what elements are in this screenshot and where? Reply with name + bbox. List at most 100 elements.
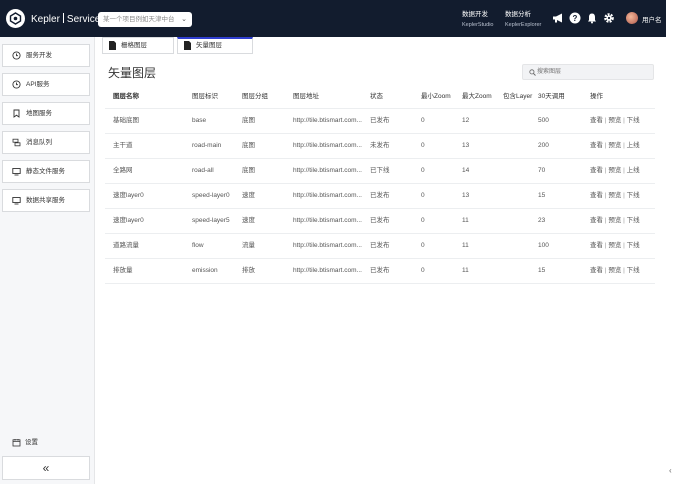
preview-link[interactable]: 预览 — [608, 242, 621, 249]
toggle-online-link[interactable]: 下线 — [627, 242, 640, 249]
action-separator: | — [604, 242, 607, 249]
preview-link[interactable]: 预览 — [608, 142, 621, 149]
column-header-name[interactable]: 图层名称 — [113, 85, 139, 109]
document-icon — [109, 41, 116, 50]
cell-id: emission — [192, 267, 218, 274]
toggle-online-link[interactable]: 上线 — [627, 142, 640, 149]
cell-group: 速度 — [242, 217, 255, 224]
cell-url: http://tile.btismart.com... — [293, 167, 362, 174]
toggle-online-link[interactable]: 下线 — [627, 267, 640, 274]
cell-actions: 查看 | 预览 | 下线 — [590, 109, 640, 133]
column-header-actions: 操作 — [590, 93, 603, 100]
view-link[interactable]: 查看 — [590, 242, 603, 249]
view-link[interactable]: 查看 — [590, 217, 603, 224]
table-row: 全路网 road-all 底图 http://tile.btismart.com… — [105, 159, 655, 184]
cell-actions: 查看 | 预览 | 下线 — [590, 209, 640, 233]
column-header-layer[interactable]: 包含Layer — [503, 85, 532, 109]
nav-data-dev-sub: KeplerStudio — [462, 22, 494, 28]
chevron-left-icon[interactable]: ‹ — [669, 466, 672, 475]
gear-icon[interactable] — [603, 12, 615, 24]
column-header-max-zoom[interactable]: 最大Zoom — [462, 85, 492, 109]
view-link[interactable]: 查看 — [590, 117, 603, 124]
cell-name: 基础底图 — [113, 117, 139, 124]
sidebar-settings[interactable]: 设置 — [12, 438, 38, 447]
action-separator: | — [623, 192, 625, 199]
sidebar-item-message-queue[interactable]: 消息队列 — [2, 131, 90, 154]
action-separator: | — [623, 217, 625, 224]
column-header-calls[interactable]: 30天调用 — [538, 85, 565, 109]
view-link[interactable]: 查看 — [590, 142, 603, 149]
sidebar-item-label: 静态文件服务 — [26, 168, 65, 175]
help-icon[interactable]: ? — [569, 12, 581, 24]
kepler-logo-icon[interactable] — [6, 9, 25, 28]
username[interactable]: 用户名 — [642, 14, 662, 24]
notification-bell-icon[interactable] — [586, 12, 598, 24]
column-header-min-zoom[interactable]: 最小Zoom — [421, 85, 451, 109]
action-separator: | — [623, 142, 625, 149]
cell-name: 道路流量 — [113, 242, 139, 249]
toggle-online-link[interactable]: 下线 — [627, 117, 640, 124]
search-box[interactable] — [522, 64, 654, 80]
sidebar-item-map-service[interactable]: 地图服务 — [2, 102, 90, 125]
view-link[interactable]: 查看 — [590, 167, 603, 174]
sidebar-collapse-button[interactable]: « — [2, 456, 90, 480]
sidebar-item-label: 消息队列 — [26, 139, 52, 146]
cell-calls: 23 — [538, 217, 546, 224]
table-row: 基础底图 base 底图 http://tile.btismart.com...… — [105, 109, 655, 134]
cell-calls: 15 — [538, 267, 546, 274]
megaphone-icon[interactable] — [552, 12, 564, 24]
cell-min-zoom: 0 — [421, 192, 425, 199]
preview-link[interactable]: 预览 — [608, 167, 621, 174]
cell-id: speed-layer0 — [192, 192, 230, 199]
sidebar-item-data-sharing-service[interactable]: 数据共享服务 — [2, 189, 90, 212]
toggle-online-link[interactable]: 上线 — [627, 167, 640, 174]
column-header-id[interactable]: 图层标识 — [192, 85, 218, 109]
bookmark-icon — [13, 109, 20, 118]
cell-name: 排放量 — [113, 267, 133, 274]
action-separator: | — [623, 167, 625, 174]
cell-id: flow — [192, 242, 204, 249]
toggle-online-link[interactable]: 下线 — [627, 192, 640, 199]
column-header-url[interactable]: 图层地址 — [293, 85, 369, 109]
action-separator: | — [604, 267, 607, 274]
cell-name: 速度layer0 — [113, 217, 144, 224]
settings-label: 设置 — [25, 439, 38, 446]
search-input[interactable] — [537, 66, 647, 78]
nav-data-analysis-sub: KeplerExplorer — [505, 22, 542, 28]
cell-url: http://tile.btismart.com... — [293, 117, 362, 124]
column-header-status[interactable]: 状态 — [370, 85, 383, 109]
cell-status: 已下线 — [370, 167, 390, 174]
cell-max-zoom: 11 — [462, 267, 469, 274]
cell-group: 底图 — [242, 142, 255, 149]
layer-table: 图层名称 图层标识 图层分组 图层地址 状态 最小Zoom 最大Zoom 包含L… — [105, 85, 655, 284]
preview-link[interactable]: 预览 — [608, 267, 621, 274]
tab-raster-layer[interactable]: 栅格图层 — [102, 37, 174, 54]
nav-data-dev[interactable]: 数据开发 KeplerStudio — [462, 10, 494, 30]
view-link[interactable]: 查看 — [590, 192, 603, 199]
nav-data-analysis[interactable]: 数据分析 KeplerExplorer — [505, 10, 541, 30]
cell-min-zoom: 0 — [421, 217, 425, 224]
cell-min-zoom: 0 — [421, 167, 425, 174]
action-separator: | — [623, 242, 625, 249]
preview-link[interactable]: 预览 — [608, 117, 621, 124]
search-icon — [529, 69, 536, 76]
brand-title: Kepler Service — [31, 13, 100, 25]
preview-link[interactable]: 预览 — [608, 192, 621, 199]
action-separator: | — [604, 117, 607, 124]
column-header-group[interactable]: 图层分组 — [242, 85, 268, 109]
toggle-online-link[interactable]: 下线 — [627, 217, 640, 224]
project-select[interactable]: 某一个项目例如天津中台 ⌄ — [98, 12, 192, 27]
table-row: 速度layer0 speed-layer0 速度 http://tile.bti… — [105, 184, 655, 209]
view-link[interactable]: 查看 — [590, 267, 603, 274]
sidebar-item-service-dev[interactable]: 服务开发 — [2, 44, 90, 67]
cell-status: 未发布 — [370, 142, 390, 149]
preview-link[interactable]: 预览 — [608, 217, 621, 224]
document-icon — [184, 41, 191, 50]
tab-vector-layer[interactable]: 矢量图层 — [177, 37, 253, 54]
cell-status: 已发布 — [370, 192, 390, 199]
cell-url: http://tile.btismart.com... — [293, 217, 362, 224]
sidebar-item-static-file-service[interactable]: 静态文件服务 — [2, 160, 90, 183]
avatar[interactable] — [626, 12, 638, 24]
cell-id: road-all — [192, 167, 214, 174]
sidebar-item-api-service[interactable]: API服务 — [2, 73, 90, 96]
